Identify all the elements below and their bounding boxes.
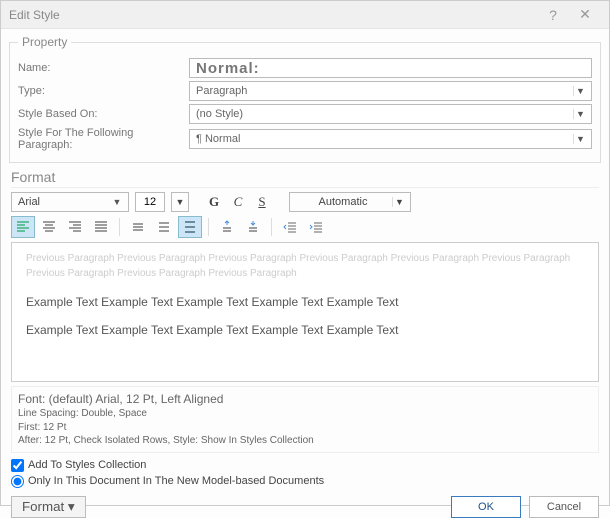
align-right-button[interactable] [63, 216, 87, 238]
following-label: Style For The Following Paragraph: [18, 127, 183, 151]
preview-ghost-text: Previous Paragraph Previous Paragraph Pr… [26, 266, 584, 281]
font-size-dropdown[interactable]: ▼ [171, 192, 189, 212]
only-in-doc-radio[interactable]: Only In This Document In The New Model-b… [11, 475, 599, 488]
only-in-doc-label: Only In This Document In The New Model-b… [28, 475, 324, 487]
chevron-down-icon[interactable]: ▼ [110, 197, 124, 207]
desc-line: Line Spacing: Double, Space [18, 407, 592, 421]
font-family-value: Arial [18, 196, 110, 208]
help-button[interactable]: ? [537, 7, 569, 23]
separator [208, 218, 209, 236]
preview-example-text: Example Text Example Text Example Text E… [26, 323, 584, 337]
desc-line: First: 12 Pt [18, 421, 592, 435]
increase-indent-button[interactable] [304, 216, 328, 238]
space-before-increase-button[interactable] [215, 216, 239, 238]
name-label: Name: [18, 62, 183, 74]
spacing-onehalf-button[interactable] [152, 216, 176, 238]
chevron-down-icon[interactable]: ▼ [573, 134, 587, 144]
format-menu-button[interactable]: Format ▾ [11, 496, 86, 518]
font-toolbar: Arial ▼ ▼ G C S Automatic ▼ [11, 192, 599, 212]
add-to-collection-check[interactable]: Add To Styles Collection [11, 459, 599, 472]
type-value: Paragraph [196, 85, 573, 97]
space-before-decrease-button[interactable] [241, 216, 265, 238]
style-description: Font: (default) Arial, 12 Pt, Left Align… [11, 386, 599, 453]
titlebar: Edit Style ? ✕ [1, 1, 609, 29]
desc-line: Font: (default) Arial, 12 Pt, Left Align… [18, 391, 592, 407]
based-on-label: Style Based On: [18, 108, 183, 120]
spacing-single-button[interactable] [126, 216, 150, 238]
font-size-input[interactable] [135, 192, 165, 212]
chevron-down-icon[interactable]: ▼ [573, 109, 587, 119]
decrease-indent-button[interactable] [278, 216, 302, 238]
dialog-footer: Format ▾ OK Cancel [11, 496, 599, 518]
following-select[interactable]: ¶ Normal ▼ [189, 129, 592, 149]
italic-button[interactable]: C [229, 193, 247, 211]
format-heading: Format [11, 169, 599, 188]
type-select[interactable]: Paragraph ▼ [189, 81, 592, 101]
font-color-select[interactable]: Automatic ▼ [289, 192, 411, 212]
desc-line: After: 12 Pt, Check Isolated Rows, Style… [18, 434, 592, 448]
separator [271, 218, 272, 236]
font-family-select[interactable]: Arial ▼ [11, 192, 129, 212]
only-in-doc-radio-input[interactable] [11, 475, 24, 488]
align-left-button[interactable] [11, 216, 35, 238]
cancel-button[interactable]: Cancel [529, 496, 599, 518]
based-on-select[interactable]: (no Style) ▼ [189, 104, 592, 124]
chevron-down-icon[interactable]: ▼ [392, 197, 406, 207]
paragraph-toolbar [11, 216, 599, 238]
chevron-down-icon[interactable]: ▼ [573, 86, 587, 96]
options-group: Add To Styles Collection Only In This Do… [11, 459, 599, 488]
based-on-value: (no Style) [196, 108, 573, 120]
spacing-double-button[interactable] [178, 216, 202, 238]
name-input[interactable] [189, 58, 592, 78]
close-button[interactable]: ✕ [569, 6, 601, 23]
preview-ghost-text: Previous Paragraph Previous Paragraph Pr… [26, 251, 584, 266]
separator [119, 218, 120, 236]
add-to-collection-checkbox[interactable] [11, 459, 24, 472]
ok-button[interactable]: OK [451, 496, 521, 518]
type-label: Type: [18, 85, 183, 97]
align-justify-button[interactable] [89, 216, 113, 238]
preview-example-text: Example Text Example Text Example Text E… [26, 295, 584, 309]
font-color-value: Automatic [294, 196, 392, 208]
property-group: Property Name: Type: Paragraph ▼ Style B… [9, 35, 601, 163]
window-title: Edit Style [9, 8, 60, 22]
underline-button[interactable]: S [253, 193, 271, 211]
property-legend: Property [18, 35, 71, 49]
preview-pane: Previous Paragraph Previous Paragraph Pr… [11, 242, 599, 382]
align-center-button[interactable] [37, 216, 61, 238]
bold-button[interactable]: G [205, 193, 223, 211]
following-value: ¶ Normal [196, 133, 573, 145]
add-to-collection-label: Add To Styles Collection [28, 459, 146, 471]
